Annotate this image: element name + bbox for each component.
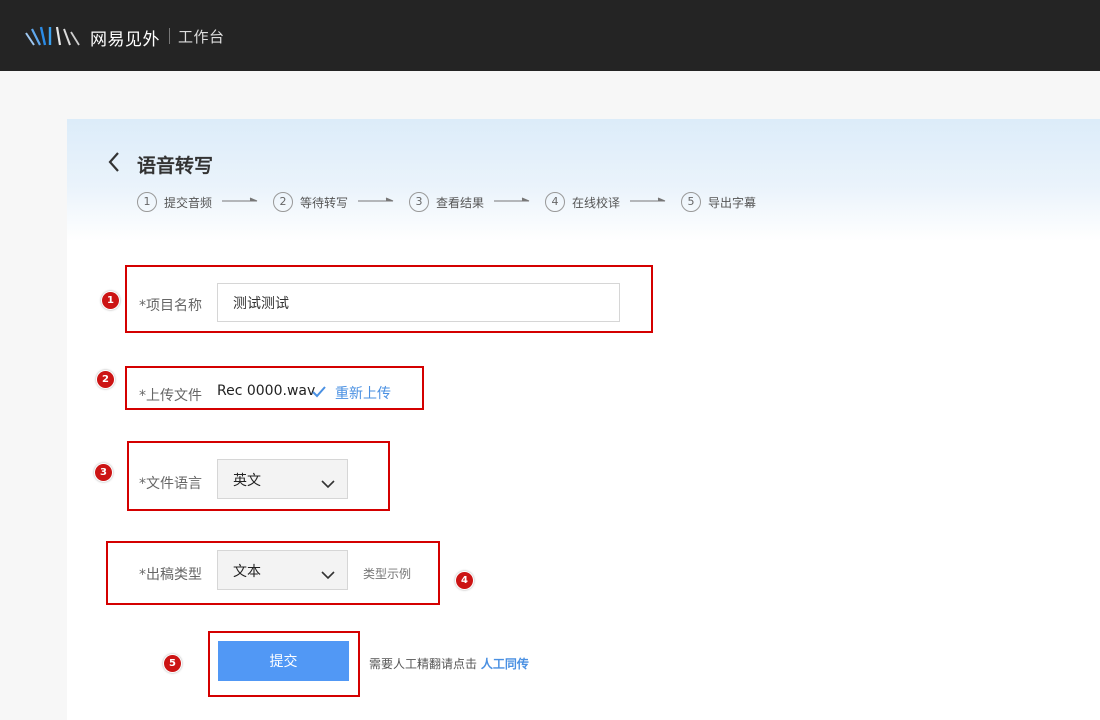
top-navigation-bar: 网易见外 工作台 [0,0,1100,71]
annotation-box-5 [208,631,360,697]
step-number: 3 [409,192,429,212]
step-arrow-icon [222,197,258,202]
step-label: 等待转写 [300,196,349,210]
step-number: 2 [273,192,293,212]
workspace-label[interactable]: 工作台 [178,26,225,47]
step-arrow-icon [494,197,530,202]
annotation-badge-4: 4 [456,572,473,589]
brand-divider [169,28,170,44]
annotation-badge-3: 3 [95,464,112,481]
manual-translation-hint: 需要人工精翻请点击 人工同传 [369,655,529,672]
step-number: 1 [137,192,157,212]
step-label: 查看结果 [436,196,485,210]
page-title: 语音转写 [137,155,214,177]
main-card: 语音转写 1 提交音频 2 等待转写 3 查看结果 4 在线校译 5 导出字幕 [67,119,1100,720]
step-arrow-icon [630,197,666,202]
logo-icon[interactable] [24,25,82,51]
annotation-box-1 [125,265,653,333]
card-header: 语音转写 1 提交音频 2 等待转写 3 查看结果 4 在线校译 5 导出字幕 [67,119,1100,241]
step-label: 导出字幕 [708,196,757,210]
annotation-badge-2: 2 [97,371,114,388]
annotation-box-4 [106,541,440,605]
annotation-badge-5: 5 [164,655,181,672]
step-label: 提交音频 [164,196,213,210]
manual-interpretation-link[interactable]: 人工同传 [481,657,529,671]
step-number: 5 [681,192,701,212]
annotation-badge-1: 1 [102,292,119,309]
hint-text: 需要人工精翻请点击 [369,657,481,671]
back-arrow-icon[interactable] [107,151,121,177]
step-label: 在线校译 [572,196,621,210]
step-number: 4 [545,192,565,212]
annotation-box-2 [125,366,424,410]
step-arrow-icon [358,197,394,202]
annotation-box-3 [127,441,390,511]
brand-name[interactable]: 网易见外 [90,25,160,50]
